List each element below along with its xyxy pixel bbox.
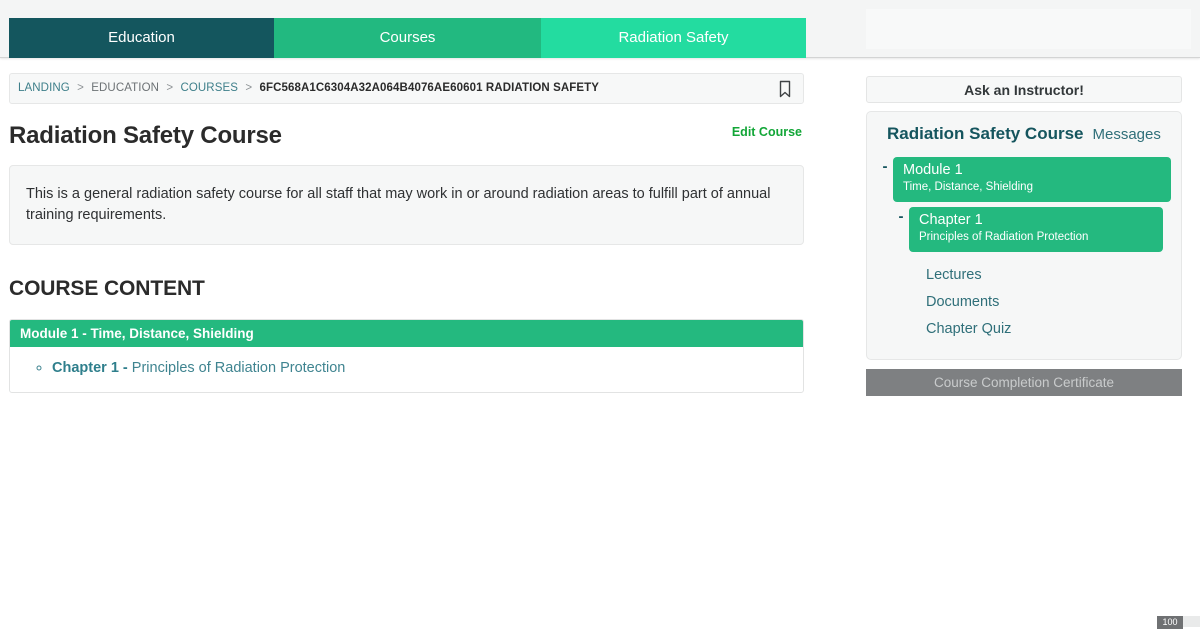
breadcrumb: LANDING > EDUCATION > COURSES > 6FC568A1…: [18, 74, 599, 103]
tree-row-module: - Module 1 Time, Distance, Shielding: [877, 157, 1171, 202]
nav-tab-education-label: Education: [108, 29, 175, 46]
sidebar-item-chapter-quiz[interactable]: Chapter Quiz: [926, 316, 1171, 343]
chapter-list-item[interactable]: Chapter 1 - Principles of Radiation Prot…: [52, 357, 803, 379]
main-content-column: LANDING > EDUCATION > COURSES > 6FC568A1…: [9, 73, 804, 393]
sidebar-item-documents[interactable]: Documents: [926, 289, 1171, 316]
tree-node-chapter-title: Chapter 1: [919, 212, 983, 228]
breadcrumb-item-education[interactable]: EDUCATION: [91, 82, 159, 94]
tree-node-module-1[interactable]: Module 1 Time, Distance, Shielding: [893, 157, 1171, 202]
edit-course-link[interactable]: Edit Course: [732, 125, 802, 139]
tree-row-chapter: - Chapter 1 Principles of Radiation Prot…: [893, 207, 1171, 252]
page-title: Radiation Safety Course: [9, 122, 282, 149]
tree-node-chapter-1[interactable]: Chapter 1 Principles of Radiation Protec…: [909, 207, 1163, 252]
course-tree-header: Radiation Safety Course Messages: [877, 122, 1171, 152]
course-description-text: This is a general radiation safety cours…: [26, 186, 771, 223]
page-title-row: Radiation Safety Course Edit Course: [9, 120, 804, 152]
nav-tab-courses[interactable]: Courses: [274, 18, 541, 58]
module-header[interactable]: Module 1 - Time, Distance, Shielding: [10, 320, 803, 347]
collapse-toggle-chapter-icon[interactable]: -: [893, 207, 909, 227]
breadcrumb-item-courses[interactable]: COURSES: [180, 82, 238, 94]
course-content-heading: COURSE CONTENT: [9, 277, 205, 300]
chapter-number-label: Chapter 1 -: [52, 360, 128, 376]
breadcrumb-item-current: 6FC568A1C6304A32A064B4076AE60601 RADIATI…: [259, 82, 600, 94]
breadcrumb-separator: >: [245, 82, 253, 94]
nav-tab-radiation-safety-label: Radiation Safety: [618, 29, 729, 46]
right-sidebar: Ask an Instructor! Radiation Safety Cour…: [866, 76, 1182, 396]
chapter-name-label: Principles of Radiation Protection: [131, 360, 346, 376]
breadcrumb-bar: LANDING > EDUCATION > COURSES > 6FC568A1…: [9, 73, 804, 104]
nav-tab-radiation-safety[interactable]: Radiation Safety: [541, 18, 806, 58]
nav-tab-group: Education Courses Radiation Safety: [9, 18, 806, 58]
course-completion-certificate-button: Course Completion Certificate: [866, 369, 1182, 396]
course-tree-panel: Radiation Safety Course Messages - Modul…: [866, 111, 1182, 360]
chapter-list: Chapter 1 - Principles of Radiation Prot…: [10, 357, 803, 379]
breadcrumb-separator: >: [77, 82, 84, 94]
collapse-toggle-module-icon[interactable]: -: [877, 157, 893, 177]
messages-link[interactable]: Messages: [1093, 126, 1161, 143]
breadcrumb-item-landing[interactable]: LANDING: [18, 82, 70, 94]
nav-tab-courses-label: Courses: [379, 29, 436, 46]
chapter-sub-links: Lectures Documents Chapter Quiz: [877, 262, 1171, 343]
sidebar-item-lectures[interactable]: Lectures: [926, 262, 1171, 289]
nav-tab-education[interactable]: Education: [9, 18, 274, 58]
tree-node-module-title: Module 1: [903, 162, 963, 178]
breadcrumb-separator: >: [166, 82, 174, 94]
nav-right-panel: [866, 9, 1191, 49]
ask-an-instructor-button[interactable]: Ask an Instructor!: [866, 76, 1182, 103]
module-card: Module 1 - Time, Distance, Shielding Cha…: [9, 319, 804, 393]
course-description-card: This is a general radiation safety cours…: [9, 165, 804, 245]
tree-node-module-subtitle: Time, Distance, Shielding: [903, 181, 1033, 193]
top-navigation-bar: Education Courses Radiation Safety: [0, 0, 1200, 58]
course-tree-title: Radiation Safety Course: [887, 124, 1084, 143]
bookmark-icon[interactable]: [775, 79, 795, 99]
tree-node-chapter-subtitle: Principles of Radiation Protection: [919, 231, 1089, 243]
corner-zoom-badge: 100: [1157, 616, 1183, 629]
module-body: Chapter 1 - Principles of Radiation Prot…: [10, 347, 803, 392]
